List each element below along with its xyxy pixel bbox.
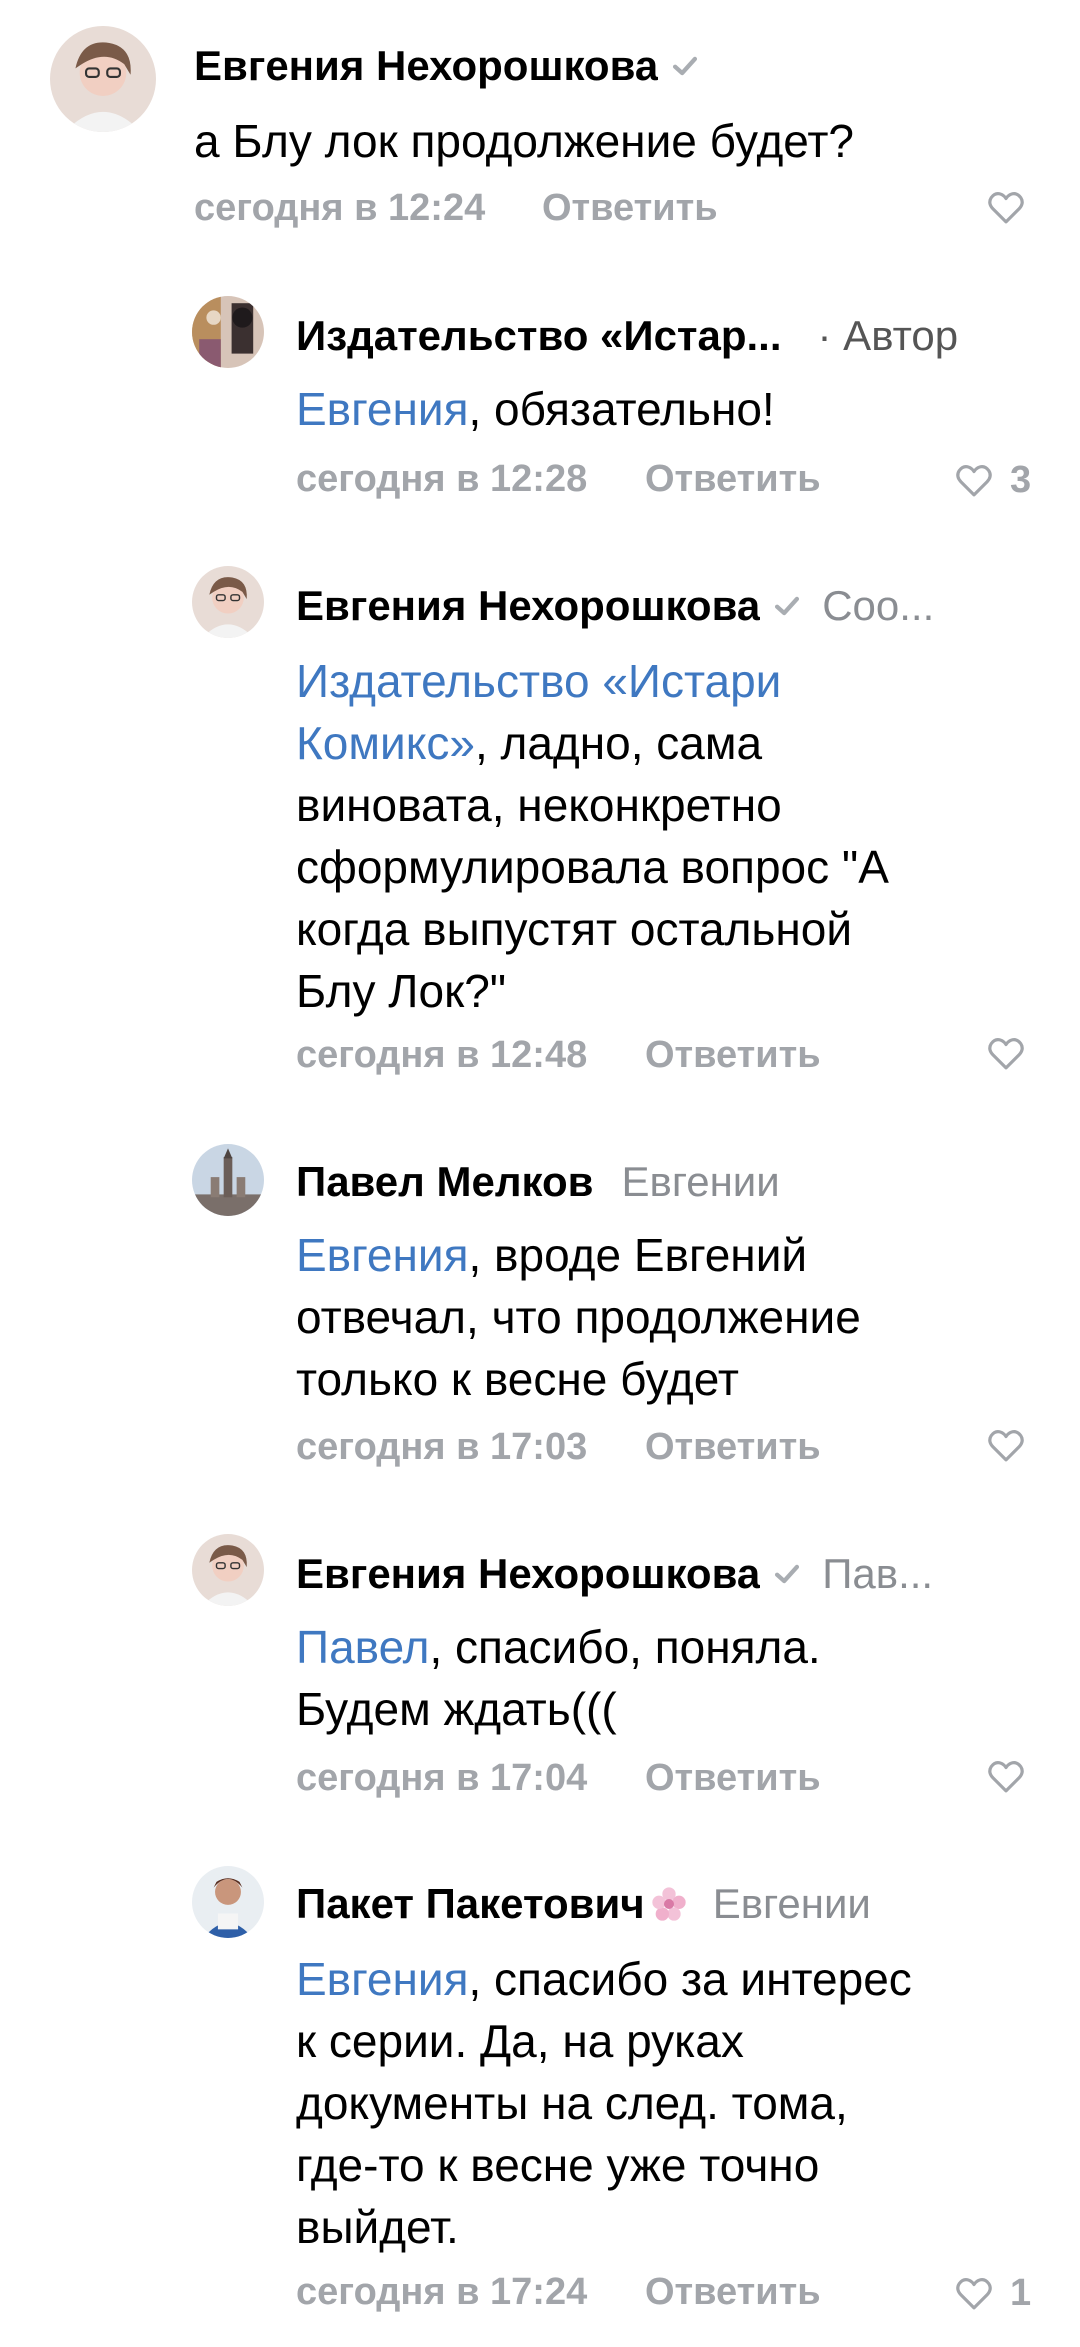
like-count: 1 — [1010, 2272, 1032, 2314]
like-button[interactable] — [984, 1032, 1028, 1074]
comment-line: документы на след. тома, — [296, 2077, 848, 2129]
check-icon — [775, 1564, 800, 1584]
comment-line: к серии. Да, на руках — [296, 2015, 744, 2067]
flower-icon — [652, 1887, 686, 1921]
mention-link[interactable]: Павел — [296, 1621, 429, 1673]
heart-icon — [988, 1761, 1024, 1793]
reply-to-name[interactable]: Соо... — [822, 580, 934, 632]
author-row: Пакет Пакетович Евгении — [296, 1878, 1040, 1930]
author-name[interactable]: Евгения Нехорошкова — [296, 580, 760, 632]
comment-line: только к весне будет — [296, 1353, 739, 1405]
author-row: Павел Мелков Евгении — [296, 1156, 1040, 1208]
reply-to-name[interactable]: Евгении — [713, 1878, 871, 1930]
comment-line: где-то к весне уже точно — [296, 2139, 820, 2191]
comment-timestamp: сегодня в 12:24 — [194, 187, 486, 229]
comment-text-content: , спасибо за интерес — [468, 1953, 912, 2005]
reply-button[interactable]: Ответить — [645, 455, 821, 503]
mention-link[interactable]: Евгения — [296, 1953, 468, 2005]
comment-line: Блу Лок?" — [296, 965, 507, 1017]
avatar[interactable] — [192, 1144, 264, 1216]
like-count: 3 — [1010, 459, 1032, 501]
comment-timestamp: сегодня в 17:04 — [296, 1757, 588, 1799]
comment-text: Евгения, вроде Евгений отвечал, что прод… — [296, 1224, 1040, 1410]
comment-text: а Блу лок продолжение будет? — [194, 110, 1044, 172]
comment-line: Будем ждать((( — [296, 1683, 617, 1735]
avatar[interactable] — [50, 26, 156, 132]
comment-line: Павел, спасибо, поняла. — [296, 1616, 1040, 1678]
heart-icon — [988, 1430, 1024, 1462]
comment-text: Евгения, спасибо за интерес к серии. Да,… — [296, 1948, 1040, 2258]
reply-to-name[interactable]: Евгении — [622, 1156, 780, 1208]
comment-text-content: , ладно, сама — [474, 717, 763, 769]
comment-line: Евгения, спасибо за интерес — [296, 1948, 1040, 2010]
avatar[interactable] — [192, 296, 264, 368]
reply-to-name[interactable]: Пав... — [822, 1548, 933, 1600]
avatar[interactable] — [192, 566, 264, 638]
comment-text: Павел, спасибо, поняла. Будем ждать((( — [296, 1616, 1040, 1740]
comment-text-content: , спасибо, поняла. — [429, 1621, 821, 1673]
comment-line: выйдет. — [296, 2201, 459, 2253]
comment-text-content: , обязательно! — [468, 383, 775, 435]
comment-timestamp: сегодня в 17:03 — [296, 1426, 588, 1468]
comment-line: отвечал, что продолжение — [296, 1291, 861, 1343]
comment-line: Комикс», ладно, сама — [296, 712, 1040, 774]
check-icon — [673, 56, 698, 76]
reply-button[interactable]: Ответить — [645, 1031, 821, 1079]
author-name[interactable]: Пакет Пакетович — [296, 1878, 645, 1930]
comment-line: Издательство «Истари — [296, 650, 1040, 712]
comment-line: виновата, неконкретно — [296, 779, 782, 831]
comment-text-content: а Блу лок продолжение будет? — [194, 115, 854, 167]
comment-timestamp: сегодня в 12:48 — [296, 1034, 588, 1076]
comment-text: Издательство «Истари Комикс», ладно, сам… — [296, 650, 1040, 1022]
avatar[interactable] — [192, 1534, 264, 1606]
author-row: Евгения Нехорошкова Пав... — [296, 1548, 1040, 1600]
heart-icon — [956, 2278, 992, 2310]
author-row: Евгения Нехорошкова Соо... — [296, 580, 1040, 632]
mention-link[interactable]: Евгения — [296, 1229, 468, 1281]
like-button[interactable] — [984, 1755, 1028, 1797]
reply-button[interactable]: Ответить — [645, 1423, 821, 1471]
like-button[interactable]: 1 — [952, 2269, 1031, 2317]
like-button[interactable] — [984, 186, 1028, 228]
heart-icon — [956, 465, 992, 497]
mention-link[interactable]: Евгения — [296, 383, 468, 435]
comment-text-content: , вроде Евгений — [468, 1229, 808, 1281]
like-button[interactable]: 3 — [952, 456, 1031, 504]
author-badge: · Автор — [817, 312, 959, 359]
comment-timestamp: сегодня в 17:24 — [296, 2271, 588, 2313]
check-icon — [775, 596, 800, 616]
author-row: Издательство «Истар... · Автор — [296, 310, 1040, 362]
author-name[interactable]: Евгения Нехорошкова — [296, 1548, 760, 1600]
comment-timestamp: сегодня в 12:28 — [296, 458, 588, 500]
author-name[interactable]: Издательство «Истар... — [296, 310, 782, 362]
reply-button[interactable]: Ответить — [542, 184, 718, 232]
reply-button[interactable]: Ответить — [645, 2268, 821, 2316]
avatar[interactable] — [192, 1866, 264, 1938]
author-name[interactable]: Евгения Нехорошкова — [194, 40, 658, 92]
comment-line: сформулировала вопрос "А — [296, 841, 889, 893]
reply-button[interactable]: Ответить — [645, 1754, 821, 1802]
author-row: Евгения Нехорошкова — [194, 40, 1054, 92]
comment-line: Евгения, вроде Евгений — [296, 1224, 1040, 1286]
heart-icon — [988, 1038, 1024, 1070]
mention-link-cont[interactable]: Комикс» — [296, 717, 475, 769]
like-button[interactable] — [984, 1424, 1028, 1466]
comment-text: Евгения, обязательно! — [296, 378, 1040, 440]
comment-line: когда выпустят остальной — [296, 903, 853, 955]
heart-icon — [988, 192, 1024, 224]
mention-link[interactable]: Издательство «Истари — [296, 655, 781, 707]
author-name[interactable]: Павел Мелков — [296, 1156, 594, 1208]
